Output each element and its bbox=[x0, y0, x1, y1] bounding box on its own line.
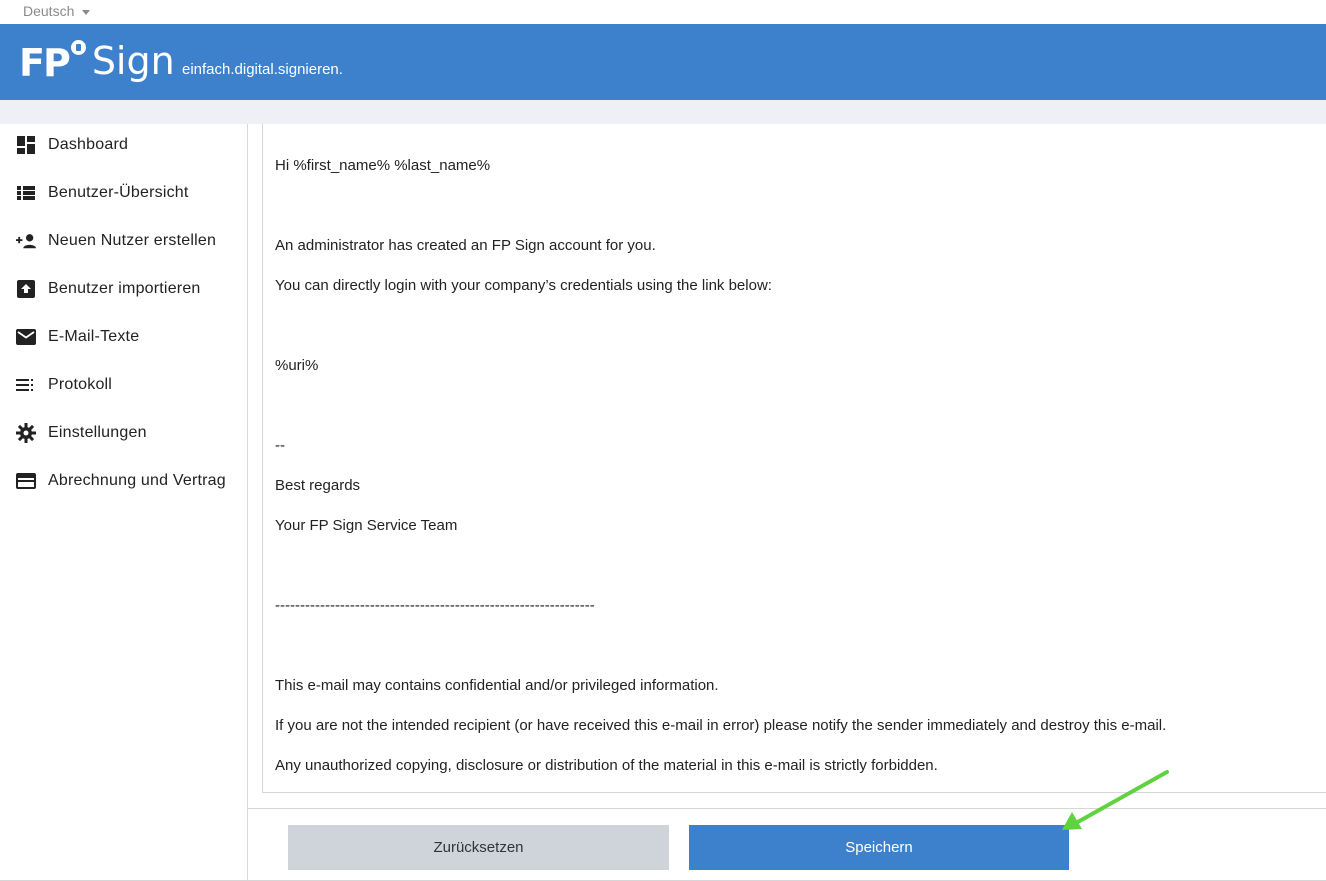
email-line: This e-mail may contains confidential an… bbox=[275, 677, 719, 694]
sidebar-item-abrechnung[interactable]: Abrechnung und Vertrag bbox=[0, 461, 247, 501]
email-line: Any unauthorized copying, disclosure or … bbox=[275, 757, 938, 774]
import-icon bbox=[16, 279, 36, 299]
email-line: Hi %first_name% %last_name% bbox=[275, 157, 491, 174]
logo-seal-icon bbox=[70, 40, 86, 55]
sidebar-item-label: Neuen Nutzer erstellen bbox=[48, 232, 217, 249]
mail-icon bbox=[16, 327, 36, 347]
sidebar-item-protokoll[interactable]: Protokoll bbox=[0, 365, 247, 405]
sidebar: Dashboard Benutzer-Übersicht Neuen Nutze… bbox=[0, 124, 248, 881]
caret-down-icon bbox=[82, 9, 91, 15]
protocol-list-icon bbox=[16, 375, 36, 395]
reset-button[interactable]: Zurücksetzen bbox=[288, 825, 669, 870]
email-line: %uri% bbox=[275, 357, 319, 374]
annotation-arrow-icon bbox=[1062, 770, 1169, 830]
sidebar-item-label: Einstellungen bbox=[48, 424, 147, 441]
fp-sign-logo[interactable]: FP Sign bbox=[19, 39, 175, 83]
sidebar-item-label: Benutzer importieren bbox=[48, 280, 201, 297]
sidebar-item-label: Dashboard bbox=[48, 136, 129, 153]
email-text-editor[interactable]: Hi %first_name% %last_name% An administr… bbox=[262, 124, 1326, 793]
language-bar: Deutsch bbox=[0, 0, 1326, 24]
logo-sign-text: Sign bbox=[91, 39, 175, 83]
sidebar-item-label: Abrechnung und Vertrag bbox=[48, 472, 226, 489]
email-separator-line: ----------------------------------------… bbox=[275, 597, 595, 614]
email-line: You can directly login with your company… bbox=[275, 277, 772, 294]
header-substrip bbox=[0, 100, 1326, 124]
language-selected: Deutsch bbox=[23, 3, 75, 19]
logo-fp-text: FP bbox=[19, 41, 71, 85]
sidebar-item-benutzer-importieren[interactable]: Benutzer importieren bbox=[0, 269, 247, 309]
sidebar-item-label: Benutzer-Übersicht bbox=[48, 184, 189, 201]
dashboard-icon bbox=[16, 135, 36, 155]
sidebar-item-dashboard[interactable]: Dashboard bbox=[0, 125, 247, 165]
list-icon bbox=[16, 183, 36, 203]
email-line: Your FP Sign Service Team bbox=[275, 517, 458, 534]
sidebar-item-einstellungen[interactable]: Einstellungen bbox=[0, 413, 247, 453]
email-line: -- bbox=[275, 437, 285, 454]
save-button[interactable]: Speichern bbox=[689, 825, 1069, 870]
app-header: FP Sign einfach.digital.signieren. bbox=[0, 24, 1326, 100]
email-line: If you are not the intended recipient (o… bbox=[275, 717, 1167, 734]
sidebar-item-label: E-Mail-Texte bbox=[48, 328, 140, 345]
email-line: An administrator has created an FP Sign … bbox=[275, 237, 656, 254]
email-line: Best regards bbox=[275, 477, 361, 494]
credit-card-icon bbox=[16, 471, 36, 491]
tagline: einfach.digital.signieren. bbox=[182, 61, 343, 78]
sidebar-item-label: Protokoll bbox=[48, 376, 113, 393]
sidebar-item-benutzer-uebersicht[interactable]: Benutzer-Übersicht bbox=[0, 173, 247, 213]
sidebar-item-neuen-nutzer[interactable]: Neuen Nutzer erstellen bbox=[0, 221, 247, 261]
gear-icon bbox=[16, 423, 36, 443]
sidebar-item-email-texte[interactable]: E-Mail-Texte bbox=[0, 317, 247, 357]
person-add-icon bbox=[16, 231, 36, 251]
language-select[interactable]: Deutsch bbox=[23, 3, 91, 19]
